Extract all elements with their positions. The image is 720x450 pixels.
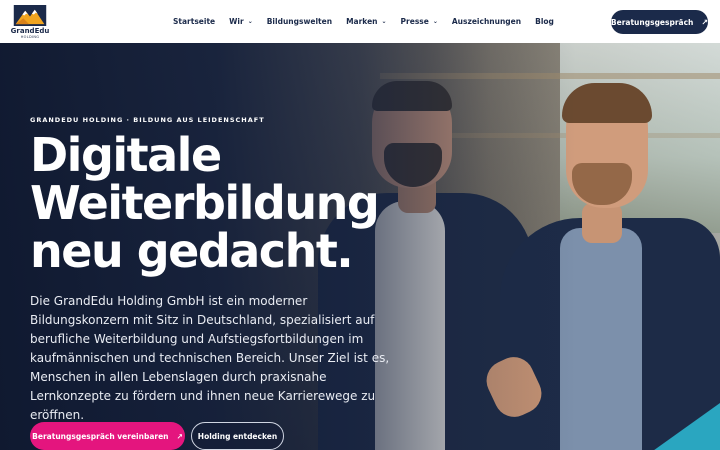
book-consultation-button[interactable]: Beratungsgespräch vereinbaren ↗ <box>30 422 185 450</box>
hero-eyebrow: GRANDEDU HOLDING · BILDUNG AUS LEIDENSCH… <box>30 116 265 124</box>
chevron-down-icon: ⌄ <box>381 18 387 25</box>
explore-holding-button[interactable]: Holding entdecken <box>191 422 284 450</box>
headline-line: Weiterbildung <box>30 176 380 230</box>
nav-item-auszeichnungen[interactable]: Auszeichnungen <box>452 17 521 26</box>
grandedu-logo[interactable]: GrandEdu HOLDING <box>10 5 50 39</box>
book-consultation-label: Beratungsgespräch vereinbaren <box>32 431 169 441</box>
nav-item-startseite[interactable]: Startseite <box>173 17 215 26</box>
hero-description: Die GrandEdu Holding GmbH ist ein modern… <box>30 294 390 422</box>
chevron-down-icon: ⌄ <box>432 18 438 25</box>
headline-line: neu gedacht. <box>30 224 354 278</box>
nav-label: Presse <box>400 17 429 26</box>
chevron-down-icon: ⌄ <box>247 18 253 25</box>
arrow-up-right-icon: ↗ <box>176 431 183 441</box>
consultation-button-label: Beratungsgespräch <box>610 17 694 27</box>
headline-line: Digitale <box>30 128 222 182</box>
arrow-up-right-icon: ↗ <box>701 17 709 27</box>
mountain-logo-icon <box>13 5 47 26</box>
consultation-button[interactable]: Beratungsgespräch ↗ <box>611 10 708 34</box>
nav-label: Wir <box>229 17 244 26</box>
teal-accent-shape <box>650 403 720 450</box>
hero-headline: Digitale Weiterbildung neu gedacht. <box>30 131 410 275</box>
hero-section: GRANDEDU HOLDING · BILDUNG AUS LEIDENSCH… <box>0 43 720 450</box>
nav-label: Startseite <box>173 17 216 26</box>
nav-label: Auszeichnungen <box>451 17 522 26</box>
nav-label: Marken <box>346 17 378 26</box>
explore-holding-label: Holding entdecken <box>197 431 278 441</box>
main-navigation: Startseite Wir ⌄ Bildungswelten Marken ⌄… <box>173 0 554 43</box>
nav-item-wir[interactable]: Wir ⌄ <box>229 17 253 26</box>
logo-wordmark: GrandEdu <box>10 27 50 35</box>
nav-label: Blog <box>535 17 554 26</box>
nav-item-presse[interactable]: Presse ⌄ <box>401 17 438 26</box>
logo-tagline: HOLDING <box>20 35 40 39</box>
nav-item-bildungswelten[interactable]: Bildungswelten <box>267 17 332 26</box>
nav-label: Bildungswelten <box>266 17 333 26</box>
nav-item-marken[interactable]: Marken ⌄ <box>346 17 386 26</box>
site-header: GrandEdu HOLDING Startseite Wir ⌄ Bildun… <box>0 0 720 43</box>
nav-item-blog[interactable]: Blog <box>535 17 554 26</box>
